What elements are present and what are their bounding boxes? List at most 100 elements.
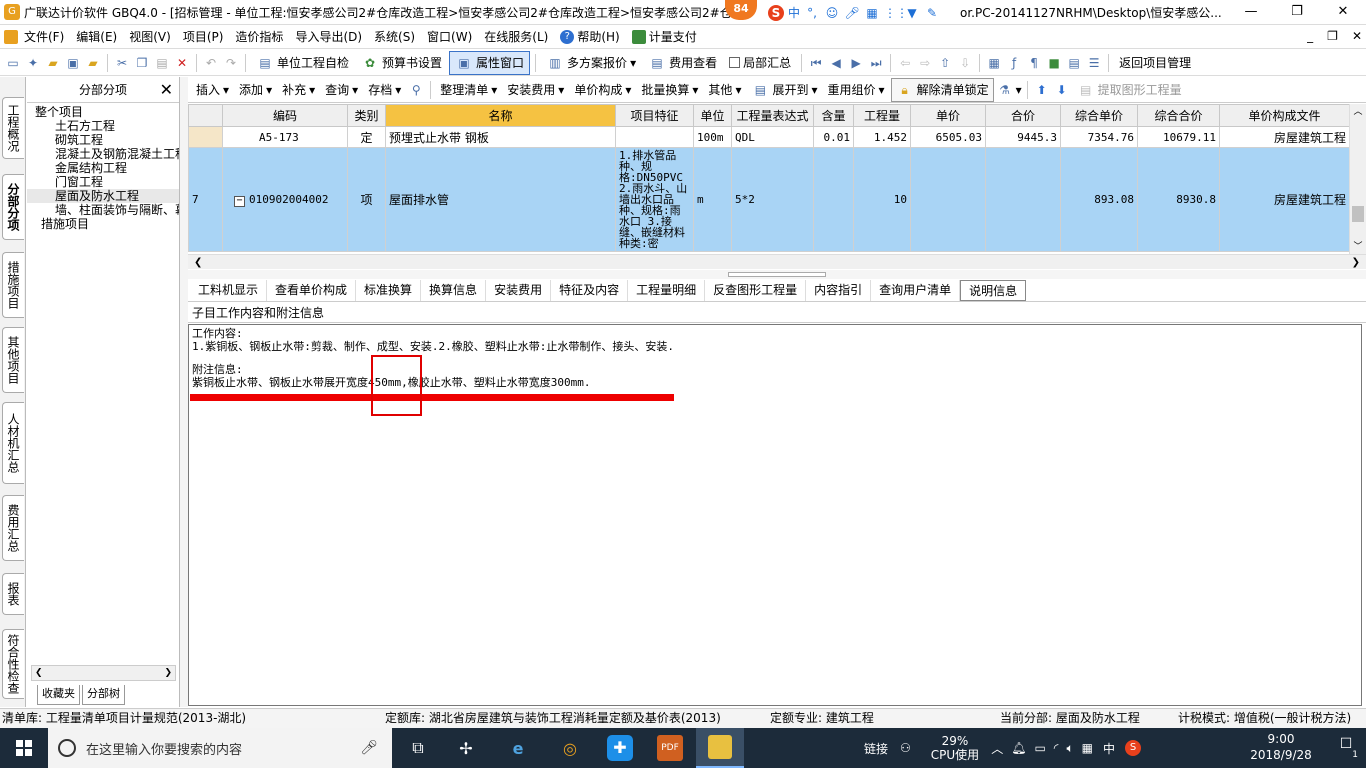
cell-total[interactable] [985,147,1061,252]
partial-summary-toggle[interactable]: 局部汇总 [724,52,796,73]
cell-expr[interactable]: QDL [731,126,814,148]
header-comp-total[interactable]: 综合合价 [1137,104,1220,127]
fan-app-icon[interactable]: ✢ [442,728,490,768]
sogou-tray-icon[interactable]: S [1125,740,1141,756]
header-content[interactable]: 含量 [813,104,854,127]
tab-description[interactable]: 说明信息 [960,279,1027,301]
query-button[interactable]: 查询 ▾ [321,79,362,100]
calculator-icon[interactable]: ▦ [985,54,1003,72]
plus-app-icon[interactable]: ✚ [596,728,644,768]
ime-lang-icon[interactable]: 中 [788,5,800,21]
scroll-thumb[interactable] [1352,206,1364,222]
scroll-left-icon[interactable]: ❮ [194,257,202,268]
move-up-icon[interactable]: ⬆ [1033,81,1051,99]
volume-icon[interactable]: 🔈︎ [1066,741,1073,756]
battery-icon[interactable]: ▭ [1034,741,1045,755]
other-button[interactable]: 其他 ▾ [704,79,745,100]
cell-feature[interactable]: 1.排水管品种、规格:DN50PVC 2.雨水斗、山墙出水口品种、规格:雨水口 … [615,147,694,252]
scroll-down-icon[interactable]: ﹀ [1350,239,1366,252]
arrow-left-icon[interactable]: ⇦ [896,54,914,72]
first-record-icon[interactable]: ⏮ [807,54,825,72]
tree-item[interactable]: 金属结构工程 [27,161,179,175]
keyboard-icon[interactable]: ▦ [864,5,880,21]
start-button[interactable] [0,728,48,768]
header-comp-price[interactable]: 综合单价 [1060,104,1138,127]
folder-icon[interactable]: ▰ [84,54,102,72]
taskbar-search[interactable]: 在这里输入你要搜索的内容 🎤︎ [48,728,392,768]
cell-expr[interactable]: 5*2 [731,147,814,252]
task-view-icon[interactable]: ⧉ [394,728,442,768]
undo-icon[interactable]: ↶ [202,54,220,72]
paste-icon[interactable]: ▤ [153,54,171,72]
tab-materials-display[interactable]: 工料机显示 [190,279,268,301]
delete-icon[interactable]: ✕ [173,54,191,72]
unit-price-button[interactable]: 单价构成 ▾ [570,79,635,100]
cpu-meter[interactable]: 29% CPU使用 [931,734,979,762]
formula-icon[interactable]: ƒ [1005,54,1023,72]
punct-icon[interactable]: °, [804,5,820,21]
tab-install-fee[interactable]: 安装费用 [486,279,552,301]
mdi-minimize-button[interactable]: _ [1307,29,1313,43]
return-project-button[interactable]: 返回项目管理 [1114,52,1196,73]
insert-button[interactable]: 插入 ▾ [192,79,233,100]
header-code[interactable]: 编码 [222,104,348,127]
tab-standard-conversion[interactable]: 标准换算 [356,279,422,301]
cell-name[interactable]: 屋面排水管 [385,147,616,252]
header-feature[interactable]: 项目特征 [615,104,694,127]
header-price[interactable]: 单价 [910,104,986,127]
browser-icon[interactable]: ◎ [546,728,594,768]
property-window-button[interactable]: ▣ 属性窗口 [449,50,531,75]
emoji-icon[interactable]: ☺ [824,5,840,21]
cell-code[interactable]: −010902004002 [222,147,348,252]
cell-price[interactable]: 6505.03 [910,126,986,148]
reuse-price-button[interactable]: 重用组价 ▾ [824,79,889,100]
chevron-up-icon[interactable]: ︿ [991,740,1003,757]
scroll-right-icon[interactable]: ❯ [1352,257,1360,268]
cell-comp-total[interactable]: 8930.8 [1137,147,1220,252]
menu-project[interactable]: 项目(P) [177,28,230,45]
tab-quantity-detail[interactable]: 工程量明细 [628,279,706,301]
cell-qty[interactable]: 1.452 [853,126,911,148]
header-expr[interactable]: 工程量表达式 [731,104,814,127]
next-record-icon[interactable]: ▶ [847,54,865,72]
budget-settings-button[interactable]: ✿ 预算书设置 [356,52,447,74]
scroll-up-icon[interactable]: ︿ [1350,104,1366,117]
header-unit[interactable]: 单位 [693,104,732,127]
cell-file[interactable]: 房屋建筑工程 [1219,126,1350,148]
cell-file[interactable]: 房屋建筑工程 [1219,147,1350,252]
link-label[interactable]: 链接 [864,740,888,757]
tree-item[interactable]: 混凝土及钢筋混凝土工程 [27,147,179,161]
tab-unit-price-composition[interactable]: 查看单价构成 [267,279,357,301]
cell-type[interactable]: 项 [347,147,386,252]
table-row[interactable]: A5-173 定 预埋式止水带 钢板 100m QDL 0.01 1.452 6… [188,126,1350,148]
table-row-selected[interactable]: 7 −010902004002 项 屋面排水管 1.排水管品种、规格:DN50P… [188,147,1350,252]
new-file-icon[interactable]: ▭ [4,54,22,72]
tab-user-list[interactable]: 查询用户清单 [871,279,961,301]
doc-icon[interactable] [4,29,18,44]
open-folder-icon[interactable]: ▰ [44,54,62,72]
minimize-button[interactable]: — [1228,0,1274,24]
mic-icon[interactable]: 🎤︎ [360,740,378,756]
expand-to-button[interactable]: ▤ 展开到 ▾ [747,79,821,101]
restore-button[interactable]: ❐ [1274,0,1320,24]
rail-tab-compliance[interactable]: 符合性检查 [2,629,24,699]
copy-icon[interactable]: ❐ [133,54,151,72]
last-record-icon[interactable]: ⏭ [867,54,885,72]
grid-hscrollbar[interactable]: ❮ ❯ [188,254,1366,269]
tree-hscrollbar[interactable]: ❮ ❯ [31,665,176,681]
tab-favorites[interactable]: 收藏夹 [37,685,80,705]
cut-icon[interactable]: ✂ [113,54,131,72]
rail-tab-other[interactable]: 其他项目 [2,327,24,393]
rail-tab-report[interactable]: 报表 [2,573,24,615]
header-file[interactable]: 单价构成文件 [1219,104,1350,127]
people-icon[interactable]: ⚇ [900,741,911,755]
clock[interactable]: 9:00 2018/9/28 [1246,731,1316,763]
organize-list-button[interactable]: 整理清单 ▾ [436,79,501,100]
cube-icon[interactable]: ■ [1045,54,1063,72]
cell-content[interactable] [813,147,854,252]
menu-cost-index[interactable]: 造价指标 [229,28,289,45]
rail-tab-measures[interactable]: 措施项目 [2,252,24,318]
cell-feature[interactable] [615,126,694,148]
cell-name[interactable]: 预埋式止水带 钢板 [385,126,616,148]
cell-comp-price[interactable]: 893.08 [1060,147,1138,252]
